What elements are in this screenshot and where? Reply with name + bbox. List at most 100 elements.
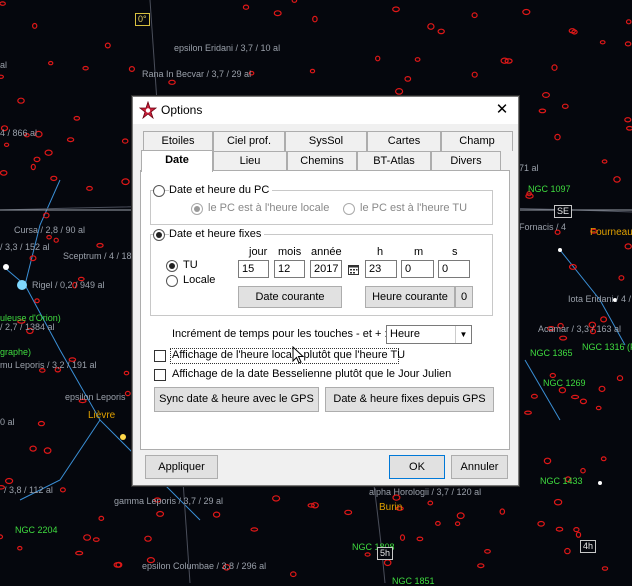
- hour-marker: 4h: [580, 540, 597, 553]
- hour-field[interactable]: 23: [365, 260, 397, 278]
- star-marker: [0, 1, 6, 6]
- star-marker: [538, 108, 547, 114]
- tu-label: TU: [183, 259, 198, 271]
- tab-lieu[interactable]: Lieu: [213, 151, 287, 171]
- current-time-button[interactable]: Heure courante: [365, 286, 455, 308]
- sky-label: 71 al: [519, 163, 539, 173]
- star-marker: [168, 79, 176, 85]
- star-marker: [624, 243, 632, 250]
- star-marker: [144, 535, 152, 542]
- star-marker: [625, 19, 632, 25]
- tab-bt-atlas[interactable]: BT-Atlas: [357, 151, 431, 171]
- star-marker: [104, 42, 111, 49]
- bessel-date-label: Affichage de la date Besselienne plutôt …: [172, 368, 452, 380]
- ngc-label: NGC 1433: [540, 476, 583, 486]
- star-marker: [579, 398, 588, 405]
- cancel-button[interactable]: Annuler: [451, 455, 508, 479]
- star-marker: [75, 550, 84, 556]
- star-marker: [5, 477, 14, 485]
- star-marker: [124, 390, 131, 397]
- tab-chemins[interactable]: Chemins: [287, 151, 357, 171]
- star-marker: [477, 563, 485, 569]
- star-marker: [33, 156, 41, 163]
- star-marker: [29, 255, 37, 262]
- star-marker: [73, 115, 81, 121]
- star-marker: [212, 511, 221, 518]
- star-marker: [404, 75, 412, 82]
- star-marker: [82, 65, 89, 71]
- tab-syssol[interactable]: SysSol: [285, 131, 367, 151]
- tab-ciel-prof[interactable]: Ciel prof.: [213, 131, 285, 151]
- star-marker: [561, 103, 569, 110]
- star-marker: [383, 559, 392, 567]
- tab-cartes[interactable]: Cartes: [367, 131, 441, 151]
- star-marker: [601, 159, 608, 164]
- star-marker: [53, 237, 59, 243]
- checkbox-bessel-date[interactable]: [154, 369, 166, 381]
- star-marker: [595, 405, 602, 411]
- star-marker: [543, 457, 552, 465]
- month-field[interactable]: 12: [274, 260, 305, 278]
- star-marker: [0, 170, 8, 176]
- star-marker: [0, 74, 4, 79]
- radio-pc-tu[interactable]: [343, 203, 355, 215]
- star-marker: [309, 68, 316, 74]
- star-marker: [558, 335, 568, 341]
- star-marker: [92, 537, 100, 542]
- star-marker: [580, 467, 586, 474]
- star-marker: [30, 163, 36, 171]
- star-marker: [499, 508, 506, 515]
- zero-button[interactable]: 0: [455, 286, 473, 308]
- star-marker: [96, 242, 104, 248]
- tab-etoiles[interactable]: Etoiles: [143, 131, 213, 151]
- star-marker: [414, 57, 421, 62]
- star-marker: [553, 498, 563, 506]
- calendar-icon[interactable]: [348, 264, 359, 275]
- tab-date[interactable]: Date: [141, 150, 213, 172]
- date-tab-panel: Date et heure du PC le PC est à l'heure …: [140, 170, 510, 450]
- star-marker: [17, 545, 23, 551]
- tab-champ[interactable]: Champ: [441, 131, 513, 151]
- col-mois: mois: [278, 246, 302, 258]
- star-marker: [121, 138, 129, 144]
- sky-label: 4 / 866 al: [0, 128, 38, 138]
- current-date-button[interactable]: Date courante: [238, 286, 342, 308]
- radio-fixed-date[interactable]: [153, 229, 165, 241]
- sky-label: / 2,7 / 1384 al: [0, 322, 55, 332]
- star-marker: [250, 527, 259, 532]
- star-marker: [121, 178, 130, 186]
- ngc-label: NGC 1269: [543, 378, 586, 388]
- radio-locale[interactable]: [166, 275, 178, 287]
- increment-value: Heure: [390, 328, 420, 340]
- radio-pc-date[interactable]: [153, 185, 165, 197]
- checkbox-local-time[interactable]: [154, 350, 166, 362]
- sky-label: Rigel / 0,2 / 949 al: [32, 280, 105, 290]
- star-marker: [344, 509, 353, 516]
- day-field[interactable]: 15: [238, 260, 269, 278]
- fixed-gps-button[interactable]: Date & heure fixes depuis GPS: [325, 387, 494, 412]
- col-m: m: [414, 246, 424, 258]
- star-marker: [364, 552, 371, 557]
- star-marker: [128, 65, 135, 72]
- star-marker: [601, 566, 609, 571]
- sync-gps-button[interactable]: Sync date & heure avec le GPS: [154, 387, 319, 412]
- close-button[interactable]: ✕: [492, 100, 512, 120]
- increment-select[interactable]: Heure ▼: [386, 325, 472, 344]
- apply-button[interactable]: Appliquer: [145, 455, 218, 479]
- year-field[interactable]: 2017: [310, 260, 342, 278]
- star-marker: [427, 500, 434, 506]
- ok-button[interactable]: OK: [389, 455, 445, 479]
- mouse-cursor-icon: [292, 346, 304, 364]
- title-bar[interactable]: Options ✕: [133, 97, 518, 124]
- radio-pc-local[interactable]: [191, 203, 203, 215]
- tab-divers[interactable]: Divers: [431, 151, 501, 171]
- star-marker: [626, 125, 632, 131]
- star-marker: [0, 534, 4, 540]
- minute-field[interactable]: 0: [401, 260, 434, 278]
- star-marker: [123, 370, 130, 376]
- radio-tu[interactable]: [166, 260, 178, 272]
- pc-local-label: le PC est à l'heure locale: [208, 202, 330, 214]
- col-annee: année: [311, 246, 342, 258]
- second-field[interactable]: 0: [438, 260, 470, 278]
- star-marker: [456, 512, 465, 520]
